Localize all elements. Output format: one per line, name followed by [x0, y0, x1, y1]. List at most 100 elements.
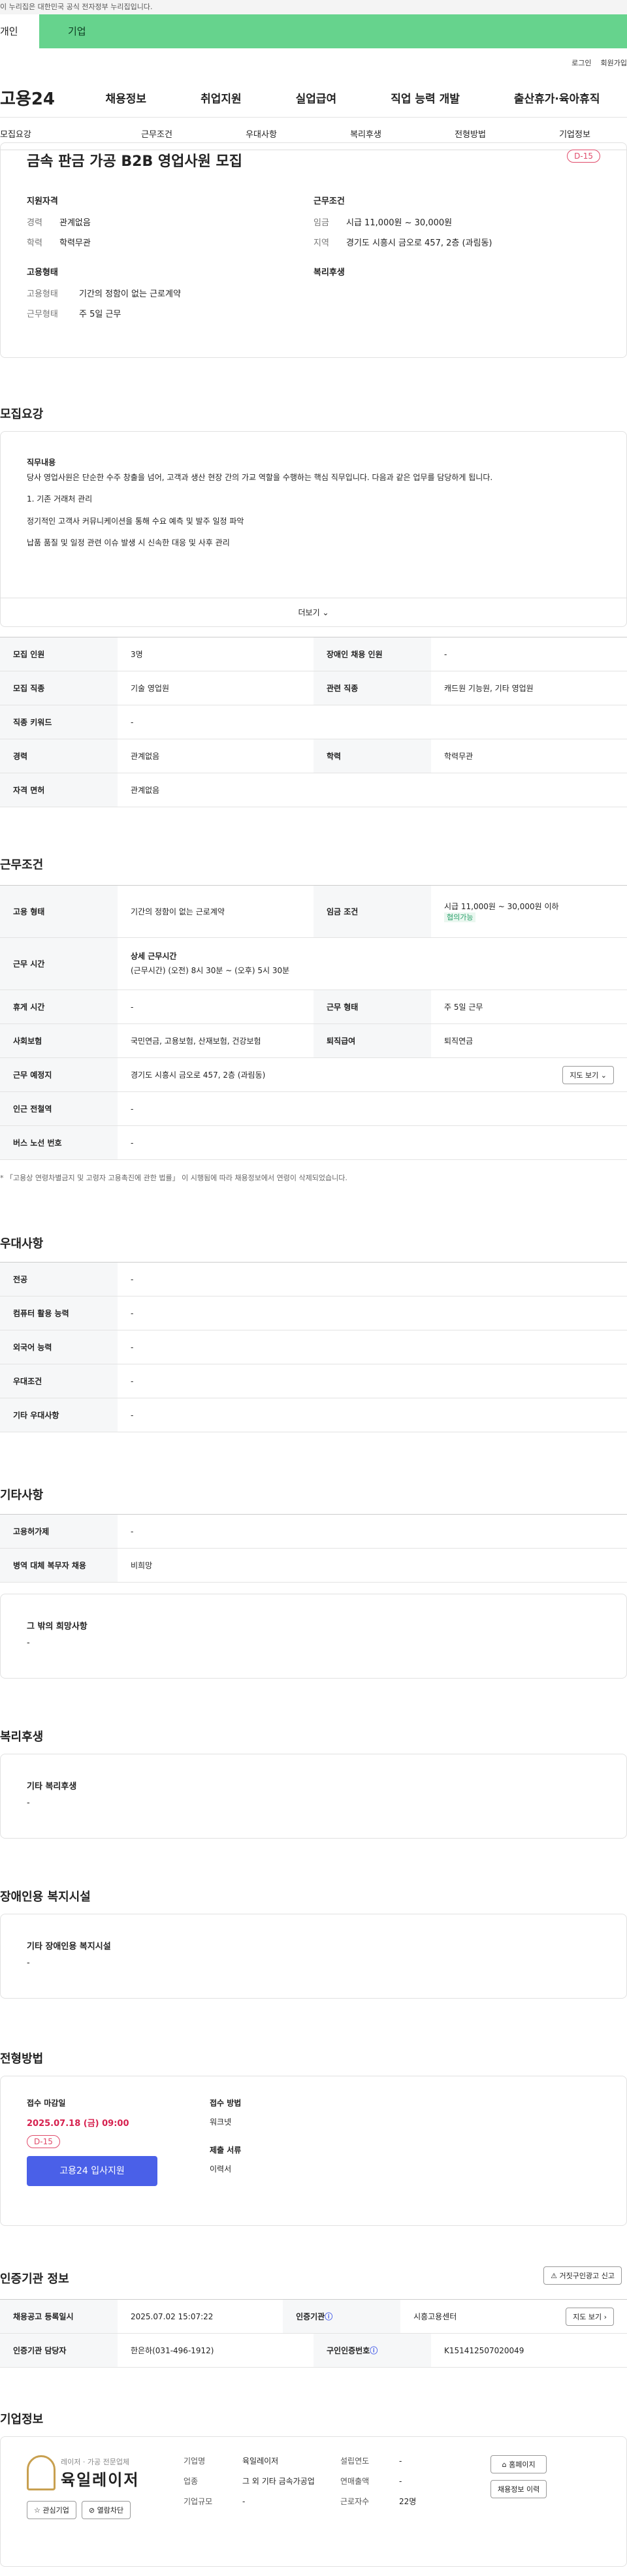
- td: 비희망: [131, 1561, 153, 1570]
- wish-label: 그 밖의 희망사항: [27, 1622, 88, 1632]
- block-icon: ⊘: [88, 2506, 95, 2515]
- value: -: [399, 2477, 402, 2487]
- value: 22명: [399, 2497, 417, 2507]
- qual-heading: 지원자격: [27, 197, 58, 206]
- jobs-history-button[interactable]: 채용정보 이력: [490, 2480, 547, 2498]
- th: 학력: [314, 739, 431, 773]
- fav-button[interactable]: ☆ 관심기업: [27, 2501, 76, 2519]
- anchor-company[interactable]: 기업정보: [522, 127, 627, 140]
- value: 학력무관: [59, 238, 91, 248]
- method-label: 접수 방법: [210, 2099, 242, 2108]
- anchor-cond[interactable]: 근무조건: [104, 127, 209, 140]
- welfare-label: 기타 복리후생: [27, 1782, 77, 1792]
- dday-badge: D-15: [567, 150, 600, 163]
- dday-badge: D-15: [27, 2135, 60, 2148]
- block-button[interactable]: ⊘ 열람차단: [81, 2501, 131, 2519]
- tab-company[interactable]: 기업: [39, 14, 627, 48]
- apply-button[interactable]: 고용24 입사지원: [27, 2156, 157, 2186]
- th: 우대조건: [0, 1364, 118, 1398]
- info-icon[interactable]: ⓘ: [370, 2345, 378, 2356]
- gov-notice: 이 누리집은 대한민국 공식 전자정부 누리집입니다.: [0, 3, 153, 11]
- value: 경기도 시흥시 금오로 457, 2층 (과림동): [346, 238, 492, 248]
- job-desc: 당사 영업사원은 단순한 수주 창출을 넘어, 고객과 생산 현장 간의 가교 …: [27, 473, 493, 483]
- th: 사회보험: [0, 1024, 118, 1057]
- map-button[interactable]: 지도 보기 ›: [566, 2307, 615, 2326]
- anchor-recruit[interactable]: 모집요강: [0, 127, 104, 140]
- th: 경력: [0, 739, 118, 773]
- td: -: [131, 1410, 134, 1420]
- label: 고용형태: [27, 289, 58, 299]
- proc-title: 전형방법: [0, 2052, 44, 2066]
- value: 관계없음: [59, 218, 91, 228]
- label: 경력: [27, 218, 42, 228]
- recruit-title: 모집요강: [0, 408, 44, 421]
- td: 시흥고용센터: [413, 2312, 457, 2321]
- gnb-jobs[interactable]: 채용정보: [106, 89, 147, 106]
- cond-heading: 근무조건: [314, 197, 345, 206]
- gnb-leave[interactable]: 출산휴가·육아휴직: [514, 89, 600, 106]
- more-button[interactable]: 더보기 ⌄: [1, 598, 626, 626]
- anchor-pref[interactable]: 우대사항: [209, 127, 314, 140]
- th: 고용 형태: [0, 886, 118, 937]
- homepage-button[interactable]: ⌂ 홈페이지: [490, 2455, 547, 2473]
- label: 기업규모: [184, 2497, 213, 2507]
- job-item: 납품 품질 및 일정 관련 이슈 발생 시 신속한 대응 및 사후 관리: [27, 538, 230, 547]
- anchor-welfare[interactable]: 복리후생: [314, 127, 418, 140]
- etc-title: 기타사항: [0, 1489, 44, 1502]
- map-button[interactable]: 지도 보기 ⌄: [562, 1065, 614, 1084]
- anchor-proc[interactable]: 전형방법: [418, 127, 522, 140]
- login-link[interactable]: 로그인: [571, 59, 591, 67]
- site-logo[interactable]: 고용24: [0, 86, 78, 110]
- td: 국민연금, 고용보험, 산재보험, 건강보험: [131, 1037, 261, 1046]
- th: 관련 직종: [314, 671, 431, 705]
- td: -: [444, 649, 447, 659]
- wish-value: -: [27, 1638, 30, 1648]
- value: 기간의 정함이 없는 근로계약: [79, 289, 181, 299]
- gnb-training[interactable]: 직업 능력 개발: [391, 89, 460, 106]
- th: 병역 대체 복무자 채용: [0, 1549, 118, 1582]
- th: 구인인증번호 ⓘ: [314, 2334, 431, 2367]
- gnb-benefit[interactable]: 실업급여: [296, 89, 337, 106]
- td: 학력무관: [444, 752, 474, 761]
- label: 연매출액: [340, 2477, 370, 2487]
- th: 모집 인원: [0, 637, 118, 671]
- wage-value: 시급 11,000원 ~ 30,000원 이하: [444, 902, 559, 911]
- pref-title: 우대사항: [0, 1237, 44, 1251]
- th: 외국어 능력: [0, 1330, 118, 1364]
- td: -: [131, 1342, 134, 1352]
- welfare-title: 복리후생: [0, 1730, 44, 1744]
- job-desc-box: 직무내용 당사 영업사원은 단순한 수주 창출을 넘어, 고객과 생산 현장 간…: [0, 431, 627, 627]
- logo-sub: 레이저 · 가공 전문업체: [61, 2457, 130, 2466]
- gnb-support[interactable]: 취업지원: [201, 89, 242, 106]
- company-box: 레이저 · 가공 전문업체 육일레이저 ☆ 관심기업 ⊘ 열람차단 기업명 육일레…: [0, 2436, 627, 2567]
- pref-table: 전공 - 컴퓨터 활용 능력 - 외국어 능력 - 우대조건 - 기타 우대사항 -: [0, 1262, 627, 1432]
- value: -: [399, 2456, 402, 2466]
- block-label: 열람차단: [97, 2506, 124, 2515]
- label: 지역: [314, 238, 329, 248]
- tab-personal[interactable]: 개인: [0, 14, 39, 48]
- agency-table: 채용공고 등록일시 2025.07.02 15:07:22 인증기관 ⓘ 시흥고용센터…: [0, 2299, 627, 2368]
- report-button[interactable]: ⚠ 거짓구인광고 신고: [543, 2266, 622, 2285]
- report-label: 거짓구인광고 신고: [559, 2272, 615, 2280]
- method-value: 워크넷: [210, 2117, 232, 2127]
- job-summary-card: 금속 판금 가공 B2B 영업사원 모집 D-15 지원자격 경력 관계없음 학력…: [0, 142, 627, 358]
- info-icon[interactable]: ⓘ: [325, 2311, 332, 2322]
- td: -: [131, 717, 134, 727]
- td: -: [131, 1308, 134, 1318]
- job-item: 1. 기존 거래처 관리: [27, 494, 93, 504]
- th: 근무 예정지: [0, 1058, 118, 1091]
- td: -: [131, 1526, 134, 1536]
- chevron-down-icon: ⌄: [322, 608, 329, 617]
- td: 3명: [131, 650, 143, 659]
- age-note: * 「고용상 연령차별금지 및 고령자 고용촉진에 관한 법률」 이 시행됨에 …: [0, 1174, 347, 1182]
- disab-title: 장애인용 복지시설: [0, 1890, 91, 1904]
- value: 육일레이저: [242, 2456, 279, 2466]
- star-icon: ☆: [34, 2506, 40, 2515]
- welfare-heading: 복리후생: [314, 268, 345, 278]
- signup-link[interactable]: 회원가입: [601, 59, 627, 67]
- th: 휴게 시간: [0, 990, 118, 1023]
- welfare-value: -: [27, 1798, 30, 1808]
- emp-heading: 고용형태: [27, 268, 58, 278]
- label: 업종: [184, 2477, 199, 2487]
- td: 한은하(031-496-1912): [131, 2346, 214, 2355]
